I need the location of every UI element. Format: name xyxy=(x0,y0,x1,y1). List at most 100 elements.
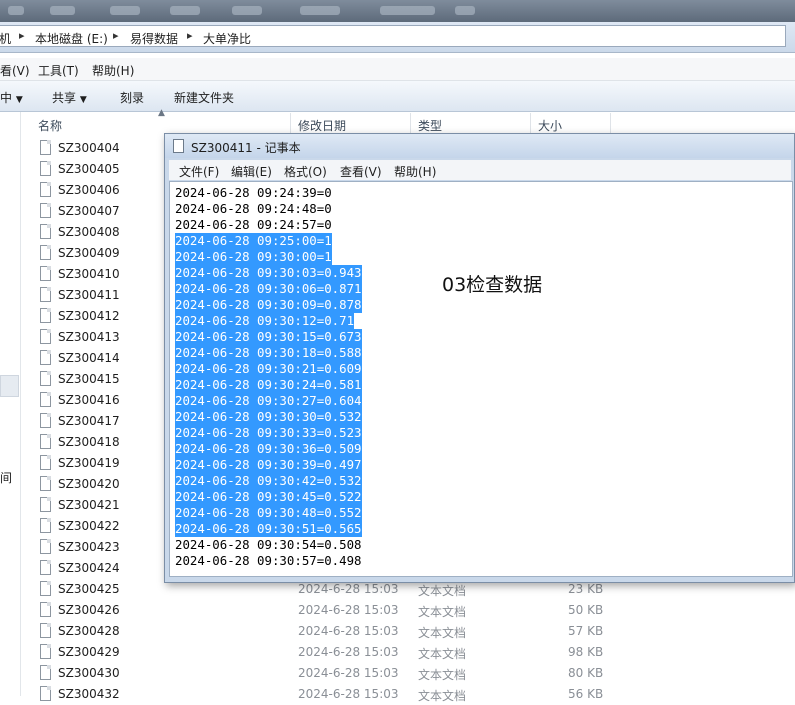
text-file-icon xyxy=(40,329,51,344)
menu-tools[interactable]: 工具(T) xyxy=(38,62,79,79)
column-header-date[interactable]: 修改日期 xyxy=(298,117,346,134)
notepad-menu-bar: 文件(F) 编辑(E) 格式(O) 查看(V) 帮助(H) xyxy=(169,160,791,180)
file-name: SZ300408 xyxy=(58,225,120,239)
text-file-icon xyxy=(40,644,51,659)
text-file-icon xyxy=(40,182,51,197)
file-name: SZ300407 xyxy=(58,204,120,218)
toolbar-include-button[interactable]: 中 ▼ xyxy=(0,89,23,106)
menu-view[interactable]: 查看(V) xyxy=(340,163,382,180)
file-date: 2024-6-28 15:03 xyxy=(298,603,399,617)
navigation-pane[interactable]: 间 xyxy=(0,112,21,696)
file-name: SZ300417 xyxy=(58,414,120,428)
file-name: SZ300428 xyxy=(58,624,120,638)
text-line[interactable]: 2024-06-28 09:30:12=0.71 xyxy=(175,313,355,329)
text-line[interactable]: 2024-06-28 09:30:54=0.508 xyxy=(175,537,362,553)
menu-view[interactable]: 看(V) xyxy=(0,62,30,79)
notepad-text-area[interactable]: 2024-06-28 09:24:39=0 2024-06-28 09:24:48… xyxy=(169,181,793,577)
text-line[interactable]: 2024-06-28 09:24:39=0 xyxy=(175,185,332,201)
notepad-titlebar[interactable]: SZ300411 - 记事本 xyxy=(165,134,794,158)
blurred-title-fragment xyxy=(380,6,435,15)
file-date: 2024-6-28 15:03 xyxy=(298,666,399,680)
menu-edit[interactable]: 编辑(E) xyxy=(231,163,272,180)
notepad-title: SZ300411 - 记事本 xyxy=(191,141,301,155)
address-bar: 机 ▸ 本地磁盘 (E:) ▸ 易得数据 ▸ 大单净比 xyxy=(0,22,795,53)
column-divider[interactable] xyxy=(530,113,531,135)
text-line[interactable]: 2024-06-28 09:30:09=0.878 xyxy=(175,297,362,313)
chevron-right-icon[interactable]: ▸ xyxy=(113,29,119,42)
file-size: 56 KB xyxy=(568,687,604,701)
file-name: SZ300405 xyxy=(58,162,120,176)
notepad-icon xyxy=(173,139,184,153)
toolbar-burn-button[interactable]: 刻录 xyxy=(120,89,144,106)
file-row[interactable]: SZ300429 2024-6-28 15:03 文本文档 98 KB xyxy=(38,642,788,663)
text-file-icon xyxy=(40,392,51,407)
nav-selected-item[interactable] xyxy=(0,375,19,397)
text-line[interactable]: 2024-06-28 09:30:21=0.609 xyxy=(175,361,362,377)
text-line[interactable]: 2024-06-28 09:25:00=1 xyxy=(175,233,332,249)
text-line[interactable]: 2024-06-28 09:24:48=0 xyxy=(175,201,332,217)
text-line[interactable]: 2024-06-28 09:30:03=0.943 xyxy=(175,265,362,281)
breadcrumb-computer[interactable]: 机 xyxy=(0,30,11,47)
text-line[interactable]: 2024-06-28 09:30:57=0.498 xyxy=(175,553,362,569)
file-type: 文本文档 xyxy=(418,647,467,661)
text-line[interactable]: 2024-06-28 09:24:57=0 xyxy=(175,217,332,233)
text-file-icon xyxy=(40,581,51,596)
blurred-title-fragment xyxy=(110,6,140,15)
file-date: 2024-6-28 15:03 xyxy=(298,624,399,638)
text-line[interactable]: 2024-06-28 09:30:51=0.565 xyxy=(175,521,362,537)
text-line[interactable]: 2024-06-28 09:30:27=0.604 xyxy=(175,393,362,409)
file-name: SZ300409 xyxy=(58,246,120,260)
column-divider[interactable] xyxy=(290,113,291,135)
blurred-title-fragment xyxy=(455,6,475,15)
breadcrumb-current[interactable]: 大单净比 xyxy=(203,30,251,47)
column-divider[interactable] xyxy=(410,113,411,135)
file-name: SZ300415 xyxy=(58,372,120,386)
file-name: SZ300410 xyxy=(58,267,120,281)
menu-help[interactable]: 帮助(H) xyxy=(394,163,436,180)
file-name: SZ300426 xyxy=(58,603,120,617)
file-type: 文本文档 xyxy=(418,584,467,598)
file-row[interactable]: SZ300432 2024-6-28 15:03 文本文档 56 KB xyxy=(38,684,788,705)
column-header-name[interactable]: 名称 xyxy=(38,117,62,134)
file-row[interactable]: SZ300426 2024-6-28 15:03 文本文档 50 KB xyxy=(38,600,788,621)
chevron-right-icon[interactable]: ▸ xyxy=(187,29,193,42)
text-line[interactable]: 2024-06-28 09:30:15=0.673 xyxy=(175,329,362,345)
text-line[interactable]: 2024-06-28 09:30:18=0.588 xyxy=(175,345,362,361)
text-file-icon xyxy=(40,476,51,491)
toolbar-share-button[interactable]: 共享 ▼ xyxy=(52,89,87,106)
column-header-type[interactable]: 类型 xyxy=(418,117,442,134)
text-line[interactable]: 2024-06-28 09:30:30=0.532 xyxy=(175,409,362,425)
text-file-icon xyxy=(40,497,51,512)
breadcrumb[interactable]: 机 ▸ 本地磁盘 (E:) ▸ 易得数据 ▸ 大单净比 xyxy=(0,25,786,47)
menu-file[interactable]: 文件(F) xyxy=(179,163,219,180)
file-name: SZ300421 xyxy=(58,498,120,512)
text-line[interactable]: 2024-06-28 09:30:42=0.532 xyxy=(175,473,362,489)
text-line[interactable]: 2024-06-28 09:30:48=0.552 xyxy=(175,505,362,521)
column-divider[interactable] xyxy=(610,113,611,135)
chevron-right-icon[interactable]: ▸ xyxy=(19,29,25,42)
text-file-icon xyxy=(40,245,51,260)
text-file-icon xyxy=(40,686,51,701)
notepad-window[interactable]: SZ300411 - 记事本 文件(F) 编辑(E) 格式(O) 查看(V) 帮… xyxy=(164,133,795,583)
file-name: SZ300406 xyxy=(58,183,120,197)
text-line[interactable]: 2024-06-28 09:30:39=0.497 xyxy=(175,457,362,473)
toolbar-new-folder-button[interactable]: 新建文件夹 xyxy=(174,89,234,106)
file-row[interactable]: SZ300430 2024-6-28 15:03 文本文档 80 KB xyxy=(38,663,788,684)
menu-format[interactable]: 格式(O) xyxy=(284,163,327,180)
file-name: SZ300404 xyxy=(58,141,120,155)
file-name: SZ300424 xyxy=(58,561,120,575)
breadcrumb-folder[interactable]: 易得数据 xyxy=(130,30,178,47)
text-line[interactable]: 2024-06-28 09:30:33=0.523 xyxy=(175,425,362,441)
menu-help[interactable]: 帮助(H) xyxy=(92,62,134,79)
text-line[interactable]: 2024-06-28 09:30:06=0.871 xyxy=(175,281,362,297)
text-line[interactable]: 2024-06-28 09:30:00=1 xyxy=(175,249,332,265)
column-header-size[interactable]: 大小 xyxy=(538,117,562,134)
text-file-icon xyxy=(40,350,51,365)
text-file-icon xyxy=(40,434,51,449)
text-file-icon xyxy=(40,665,51,680)
text-line[interactable]: 2024-06-28 09:30:24=0.581 xyxy=(175,377,362,393)
file-row[interactable]: SZ300428 2024-6-28 15:03 文本文档 57 KB xyxy=(38,621,788,642)
breadcrumb-drive[interactable]: 本地磁盘 (E:) xyxy=(35,30,108,47)
text-line[interactable]: 2024-06-28 09:30:36=0.509 xyxy=(175,441,362,457)
text-line[interactable]: 2024-06-28 09:30:45=0.522 xyxy=(175,489,362,505)
